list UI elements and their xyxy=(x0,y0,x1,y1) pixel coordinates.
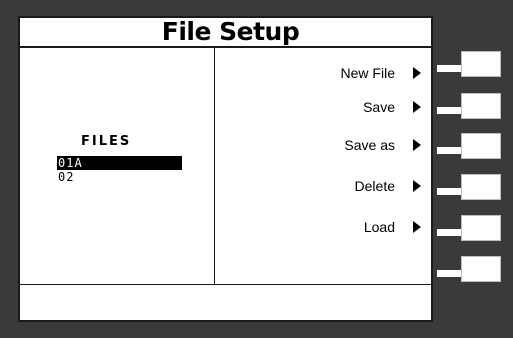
menu-item-save[interactable]: Save xyxy=(363,98,421,116)
softkey-button[interactable] xyxy=(461,133,501,159)
softkey-button[interactable] xyxy=(461,215,501,241)
menu-item-label: Load xyxy=(363,219,395,235)
softkey-1[interactable] xyxy=(437,51,513,87)
file-item-02[interactable]: 02 xyxy=(57,170,182,184)
files-header: FILES xyxy=(81,134,132,149)
lcd-screen: File Setup FILES 01A 02 New File Save Sa… xyxy=(18,16,433,322)
right-arrow-icon xyxy=(413,67,421,79)
right-arrow-icon xyxy=(413,221,421,233)
page-title: File Setup xyxy=(161,17,300,46)
menu-item-label: Save as xyxy=(344,137,395,153)
softkey-3[interactable] xyxy=(437,133,513,169)
menu-item-save-as[interactable]: Save as xyxy=(344,136,421,154)
softkey-4[interactable] xyxy=(437,174,513,210)
menu-item-label: Save xyxy=(363,99,395,115)
softkey-5[interactable] xyxy=(437,215,513,251)
softkey-button[interactable] xyxy=(461,256,501,282)
softkey-button[interactable] xyxy=(461,93,501,119)
menu-item-load[interactable]: Load xyxy=(364,218,421,236)
menu-item-new-file[interactable]: New File xyxy=(341,64,421,82)
status-bar xyxy=(20,284,431,320)
softkey-button[interactable] xyxy=(461,174,501,200)
right-arrow-icon xyxy=(413,101,421,113)
softkey-6[interactable] xyxy=(437,256,513,292)
file-item-01a[interactable]: 01A xyxy=(57,156,182,170)
files-panel: FILES 01A 02 xyxy=(20,48,215,284)
right-arrow-icon xyxy=(413,139,421,151)
menu-item-label: Delete xyxy=(354,178,395,194)
softkey-button[interactable] xyxy=(461,51,501,77)
menu-item-delete[interactable]: Delete xyxy=(355,177,421,195)
title-bar: File Setup xyxy=(20,18,431,48)
right-arrow-icon xyxy=(413,180,421,192)
softkey-2[interactable] xyxy=(437,93,513,129)
menu-panel: New File Save Save as Delete Load xyxy=(215,48,431,284)
menu-item-label: New File xyxy=(340,65,395,81)
